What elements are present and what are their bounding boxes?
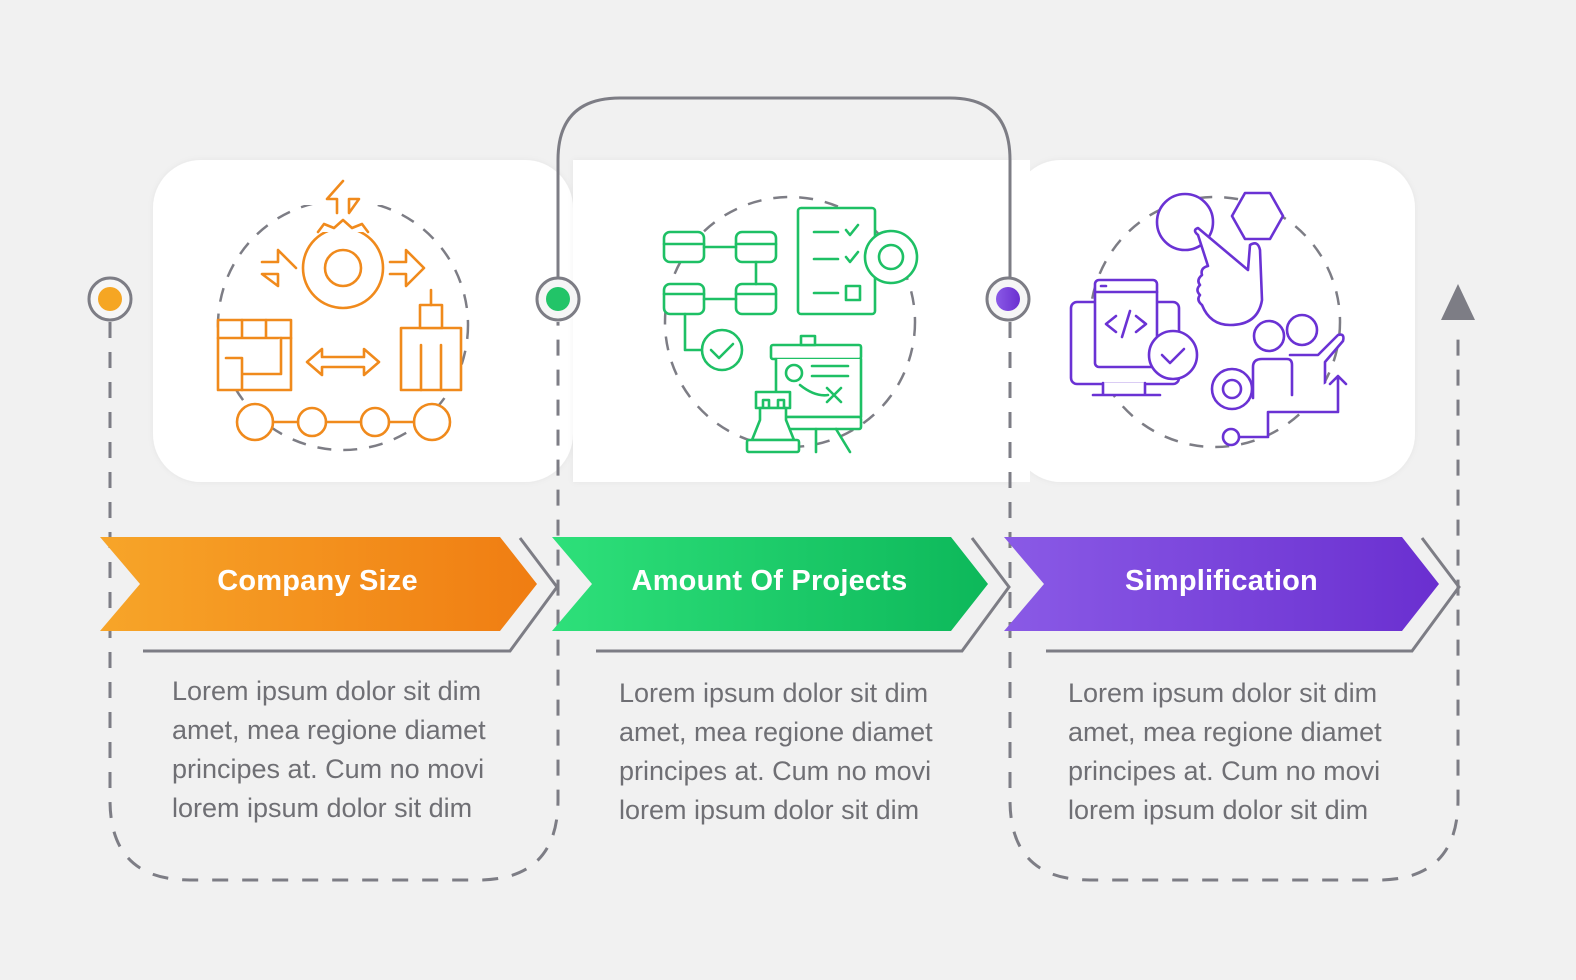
step-title-3: Simplification (1125, 565, 1318, 597)
infographic-canvas (87, 96, 1475, 882)
node-3 (985, 276, 1031, 322)
node-dot-1 (98, 287, 122, 311)
step-description-3: Lorem ipsum dolor sit dim amet, mea regi… (1068, 678, 1382, 825)
panel-amount-of-projects (573, 160, 1013, 482)
arrow-up-icon (1441, 284, 1475, 320)
node-dot-2 (546, 287, 570, 311)
node-1 (87, 276, 133, 322)
node-dot-3 (996, 287, 1020, 311)
company-size-icon (216, 175, 463, 442)
step-description-2: Lorem ipsum dolor sit dim amet, mea regi… (619, 678, 933, 825)
node-2 (535, 276, 581, 322)
step-title-1: Company Size (217, 565, 418, 597)
step-title-2: Amount Of Projects (631, 565, 908, 597)
step-description-1: Lorem ipsum dolor sit dim amet, mea regi… (172, 676, 486, 823)
